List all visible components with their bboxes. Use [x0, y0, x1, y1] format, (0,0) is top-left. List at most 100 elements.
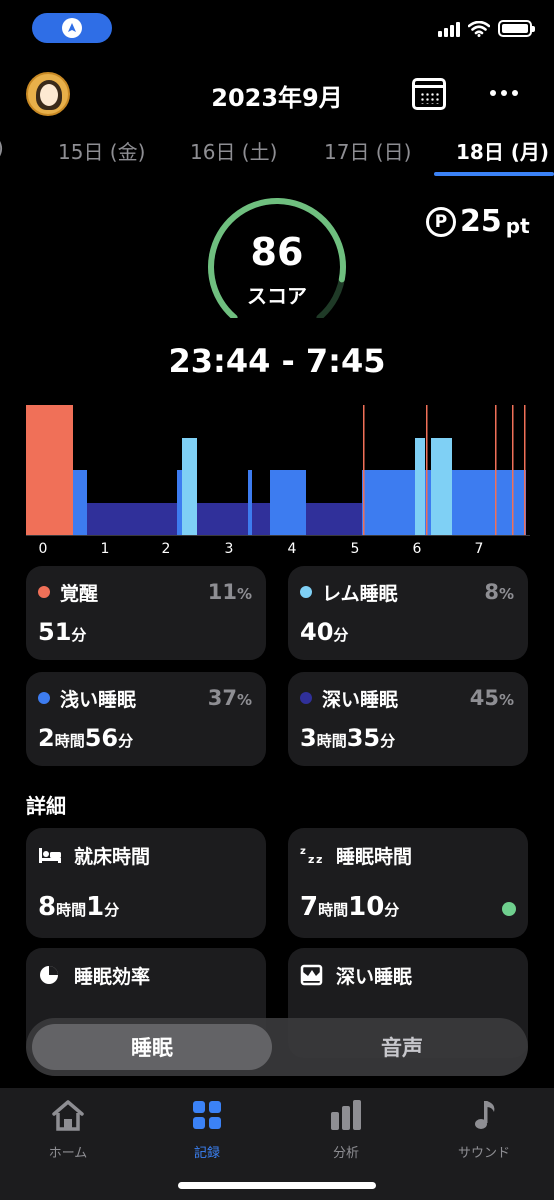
- stage-segment-deep: [87, 503, 177, 535]
- stage-segment-rem: [431, 438, 452, 535]
- detail-value: 8時間1分: [38, 892, 120, 922]
- tab-home[interactable]: ホーム: [23, 1098, 113, 1161]
- tab-analysis[interactable]: 分析: [301, 1098, 391, 1161]
- stage-segment-light: [452, 470, 526, 535]
- status-dot: [502, 902, 516, 916]
- stage-card-awake[interactable]: 覚醒 11% 51分: [26, 566, 266, 660]
- detail-value: 7時間10分: [300, 892, 400, 922]
- stage-segment-awake: [495, 405, 497, 535]
- points-icon: P: [426, 206, 456, 237]
- stage-segment-deep: [306, 503, 362, 535]
- detail-name: 睡眠効率: [74, 966, 151, 988]
- date-tabs: ) 15日 (金) 16日 (土) 17日 (日) 18日 (月): [0, 136, 554, 178]
- tab-label: 記録: [193, 1146, 220, 1161]
- stage-segment-rem: [182, 438, 197, 535]
- date-tab-16[interactable]: 16日 (土): [190, 136, 277, 165]
- hour-tick-label: 0: [39, 541, 48, 557]
- home-icon: [52, 1100, 84, 1131]
- points-value: 25: [460, 204, 502, 239]
- stage-duration: 51分: [38, 618, 87, 646]
- stage-card-rem[interactable]: レム睡眠 8% 40分: [288, 566, 528, 660]
- active-tab-indicator: [434, 172, 554, 176]
- svg-text:z: z: [316, 853, 322, 866]
- wifi-icon: [468, 20, 490, 37]
- stage-segment-light: [73, 470, 87, 535]
- score-value: 86: [250, 230, 304, 274]
- stage-segment-awake: [363, 405, 365, 535]
- score-label: スコア: [247, 284, 307, 308]
- date-tab-15[interactable]: 15日 (金): [58, 136, 145, 165]
- rem-dot: [300, 586, 312, 598]
- pie-chart-icon: [40, 966, 58, 984]
- detail-name: 就床時間: [74, 846, 151, 868]
- tab-label: 分析: [332, 1146, 359, 1161]
- detail-card-time-in-bed[interactable]: 就床時間 8時間1分: [26, 828, 266, 938]
- header: 2023年9月: [0, 68, 554, 118]
- stage-name: 覚醒: [60, 583, 99, 605]
- stage-name: 浅い睡眠: [60, 689, 137, 711]
- stage-percent: 8%: [484, 580, 514, 604]
- status-bar: [0, 0, 554, 60]
- tab-records[interactable]: 記録: [162, 1098, 252, 1161]
- stage-card-light[interactable]: 浅い睡眠 37% 2時間56分: [26, 672, 266, 766]
- date-tab-17[interactable]: 17日 (日): [324, 136, 411, 165]
- stage-duration: 40分: [300, 618, 349, 646]
- stage-segment-light: [177, 470, 182, 535]
- page-title: 2023年9月: [211, 84, 343, 112]
- points-badge[interactable]: P 25 pt: [426, 204, 530, 239]
- stage-duration: 2時間56分: [38, 724, 134, 752]
- cellular-signal-icon: [438, 21, 460, 37]
- stage-segment-awake: [512, 405, 514, 535]
- grid-icon: [193, 1101, 221, 1129]
- stage-segment-light: [270, 470, 306, 535]
- svg-text:z: z: [300, 846, 306, 857]
- stage-segment-deep: [252, 503, 270, 535]
- tab-sound[interactable]: サウンド: [439, 1098, 529, 1161]
- date-tab-partial[interactable]: ): [0, 136, 4, 160]
- mode-segmented-control: 睡眠 音声: [26, 1018, 528, 1076]
- sleep-stage-chart: 0 1 2 3 4 5 6 7: [26, 405, 530, 557]
- detail-card-sleep-time[interactable]: z z z 睡眠時間 7時間10分: [288, 828, 528, 938]
- segment-audio[interactable]: 音声: [282, 1024, 522, 1070]
- more-options-button[interactable]: [490, 90, 518, 96]
- bar-chart-icon: [331, 1100, 361, 1130]
- stage-segment-deep: [197, 503, 248, 535]
- light-sleep-dot: [38, 692, 50, 704]
- crown-chart-icon: [300, 964, 323, 986]
- hour-tick-label: 6: [413, 541, 422, 557]
- hour-tick-label: 4: [288, 541, 297, 557]
- stage-duration: 3時間35分: [300, 724, 396, 752]
- calendar-button[interactable]: [412, 78, 446, 110]
- music-note-icon: [475, 1101, 495, 1129]
- calendar-icon: [420, 92, 440, 104]
- detail-name: 深い睡眠: [336, 966, 413, 988]
- hour-tick-label: 5: [351, 541, 360, 557]
- location-arrow-icon: [62, 18, 82, 38]
- stage-segment-awake: [524, 405, 526, 535]
- stage-name: 深い睡眠: [322, 689, 399, 711]
- stage-segment-awake: [26, 405, 73, 535]
- stage-percent: 45%: [469, 686, 514, 710]
- tab-label: サウンド: [457, 1146, 510, 1161]
- date-tab-18[interactable]: 18日 (月): [456, 136, 549, 165]
- stage-segment-light: [425, 470, 431, 535]
- stage-name: レム睡眠: [322, 583, 398, 605]
- home-indicator: [178, 1182, 376, 1189]
- deep-sleep-dot: [300, 692, 312, 704]
- navigation-indicator[interactable]: [32, 13, 112, 43]
- segment-sleep[interactable]: 睡眠: [32, 1024, 272, 1070]
- awake-dot: [38, 586, 50, 598]
- stage-segment-awake: [426, 405, 428, 535]
- stage-segment-light: [362, 470, 415, 535]
- svg-text:z: z: [308, 853, 314, 866]
- sleep-time-range: 23:44 - 7:45: [168, 342, 386, 380]
- stage-percent: 11%: [207, 580, 252, 604]
- stage-segment-light: [248, 470, 252, 535]
- hour-tick-label: 2: [162, 541, 171, 557]
- stage-segment-rem: [415, 438, 425, 535]
- hour-tick-label: 7: [475, 541, 484, 557]
- battery-icon: [498, 20, 535, 37]
- bed-icon: [39, 848, 61, 863]
- stage-card-deep[interactable]: 深い睡眠 45% 3時間35分: [288, 672, 528, 766]
- stage-percent: 37%: [207, 686, 252, 710]
